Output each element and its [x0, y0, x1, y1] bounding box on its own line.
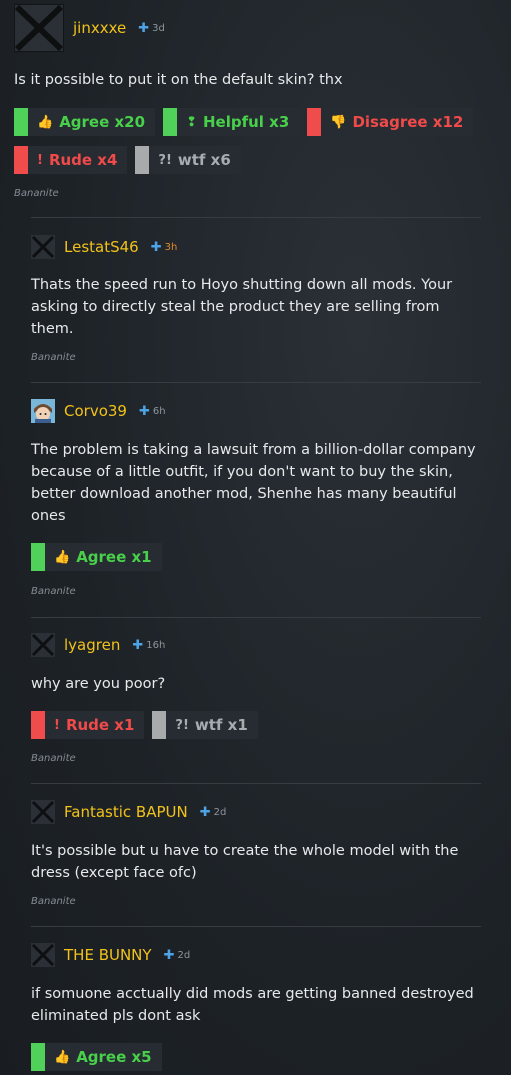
signature: Bananite: [14, 188, 59, 199]
username[interactable]: Corvo39: [64, 402, 127, 420]
username[interactable]: lyagren: [64, 636, 120, 654]
post-body: It's possible but u have to create the w…: [31, 843, 459, 881]
ratings: 👍 Agree x5: [31, 1043, 170, 1075]
post-body: Is it possible to put it on the default …: [14, 72, 343, 88]
thumbs-up-icon: 👍: [54, 1049, 71, 1065]
plus-icon: ✚: [199, 804, 211, 820]
post-body: if somuone acctually did mods are gettin…: [31, 986, 474, 1024]
username[interactable]: THE BUNNY: [64, 946, 152, 964]
post-body: The problem is taking a lawsuit from a b…: [31, 442, 476, 524]
helpful-icon: ❢: [186, 114, 197, 130]
ratings: 👍 Agree x20 ❢ Helpful x3 👎 Disagree x12 ! Ru…: [14, 108, 504, 184]
agree-rating-button[interactable]: 👍 Agree x1: [31, 543, 162, 571]
rude-rating-button[interactable]: ! Rude x1: [31, 711, 145, 739]
avatar[interactable]: [31, 399, 55, 423]
plus-icon: ✚: [132, 637, 144, 653]
thumbs-down-icon: 👎: [330, 114, 347, 130]
post-time: ✚ 3d: [138, 20, 165, 36]
username[interactable]: jinxxxe: [73, 19, 126, 37]
divider: [31, 926, 481, 927]
post: Fantastic BAPUN ✚ 2d It's possible but u …: [0, 797, 511, 907]
helpful-rating-button[interactable]: ❢ Helpful x3: [163, 108, 300, 136]
agree-rating-button[interactable]: 👍 Agree x20: [14, 108, 156, 136]
ratings: ! Rude x1 ?! wtf x1: [31, 711, 266, 749]
signature: Bananite: [31, 586, 76, 597]
post: LestatS46 ✚ 3h Thats the speed run to Hoy…: [0, 232, 511, 363]
plus-icon: ✚: [138, 20, 150, 36]
post: jinxxxe ✚ 3d Is it possible to put it on …: [0, 4, 511, 199]
post: THE BUNNY ✚ 2d if somuone acctually did m…: [0, 940, 511, 1071]
rude-rating-button[interactable]: ! Rude x4: [14, 146, 128, 174]
interrobang-icon: ?!: [175, 717, 189, 733]
wtf-rating-button[interactable]: ?! wtf x6: [135, 146, 241, 174]
post-body: why are you poor?: [31, 676, 166, 692]
post: Corvo39 ✚ 6h The problem is taking a laws…: [0, 396, 511, 597]
post-time: ✚ 2d: [199, 804, 227, 820]
plus-icon: ✚: [163, 947, 175, 963]
avatar[interactable]: [31, 800, 55, 824]
avatar[interactable]: [31, 943, 55, 967]
avatar[interactable]: [14, 4, 64, 52]
post-body: Thats the speed run to Hoyo shutting dow…: [31, 277, 453, 337]
divider: [31, 617, 481, 618]
agree-rating-button[interactable]: 👍 Agree x5: [31, 1043, 162, 1071]
divider: [31, 783, 481, 784]
interrobang-icon: ?!: [158, 152, 172, 168]
exclamation-icon: !: [37, 152, 43, 168]
post-time: ✚ 16h: [132, 637, 166, 653]
plus-icon: ✚: [138, 403, 150, 419]
username[interactable]: Fantastic BAPUN: [64, 803, 188, 821]
disagree-rating-button[interactable]: 👎 Disagree x12: [307, 108, 474, 136]
username[interactable]: LestatS46: [64, 238, 139, 256]
thumbs-up-icon: 👍: [54, 549, 71, 565]
thumbs-up-icon: 👍: [37, 114, 54, 130]
post-time: ✚ 3h: [150, 239, 178, 255]
divider: [31, 382, 481, 383]
signature: Bananite: [31, 352, 76, 363]
avatar[interactable]: [31, 235, 55, 259]
signature: Bananite: [31, 896, 76, 907]
plus-icon: ✚: [150, 239, 162, 255]
post: lyagren ✚ 16h why are you poor? ! Rude x1 …: [0, 630, 511, 764]
avatar[interactable]: [31, 633, 55, 657]
divider: [31, 217, 481, 218]
exclamation-icon: !: [54, 717, 60, 733]
post-time: ✚ 6h: [138, 403, 166, 419]
post-time: ✚ 2d: [163, 947, 191, 963]
ratings: 👍 Agree x1: [31, 543, 170, 581]
wtf-rating-button[interactable]: ?! wtf x1: [152, 711, 258, 739]
signature: Bananite: [31, 753, 76, 764]
